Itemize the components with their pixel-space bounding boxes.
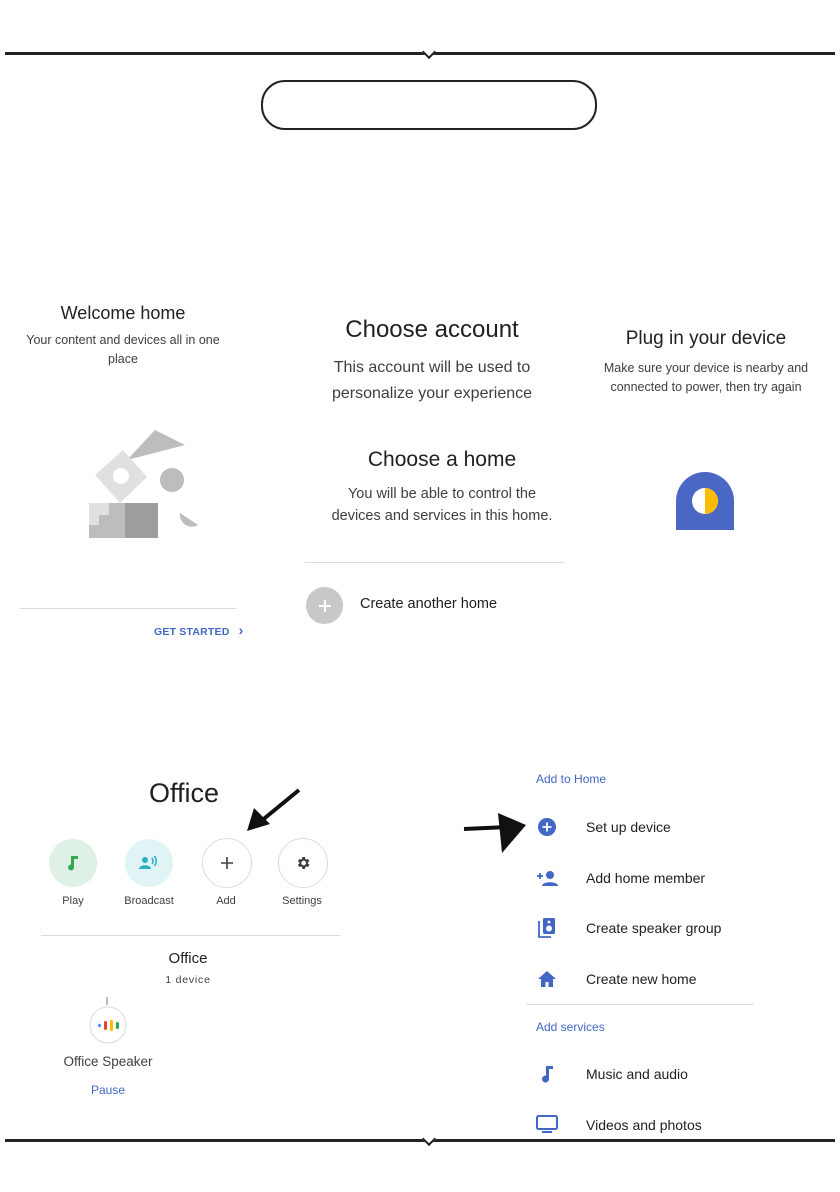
broadcast-icon (139, 855, 158, 869)
choose-account-line1: This account will be used to (333, 359, 531, 376)
top-divider (5, 52, 835, 55)
tv-icon (536, 1113, 558, 1135)
broadcast-label: Broadcast (124, 895, 174, 907)
bottom-divider-notch (421, 1131, 437, 1147)
choose-home-line2: devices and services in this home. (331, 508, 553, 524)
plug-title: Plug in your device (625, 328, 787, 349)
get-started-button[interactable]: GET STARTED › (154, 622, 244, 638)
add-to-home-header: Add to Home (536, 772, 607, 786)
welcome-divider (20, 608, 236, 609)
play-button[interactable] (49, 839, 97, 887)
top-divider-notch (421, 44, 437, 60)
add-services-header: Add services (536, 1020, 605, 1034)
music-note-icon (536, 1063, 558, 1085)
menu-item-label: Set up device (586, 819, 671, 835)
room-name: Office (168, 950, 208, 967)
chevron-right-icon: › (238, 622, 244, 638)
plug-line2: connected to power, then try again (610, 380, 802, 394)
add-person-icon (536, 867, 558, 889)
choose-account-title: Choose account (345, 316, 519, 343)
add-label: Add (216, 895, 236, 907)
welcome-title: Welcome home (60, 303, 186, 323)
device-plug-illustration (676, 472, 734, 530)
music-note-icon (68, 856, 78, 871)
google-home-speaker-icon (89, 1006, 127, 1044)
create-another-home-label: Create another home (360, 596, 498, 612)
welcome-illustration (89, 430, 198, 538)
gear-icon (297, 857, 310, 869)
settings-label: Settings (282, 895, 322, 907)
choose-home-title: Choose a home (367, 448, 517, 471)
menu-item-label: Create new home (586, 971, 697, 987)
play-label: Play (62, 895, 84, 907)
plus-icon (306, 587, 343, 624)
bottom-divider (5, 1139, 835, 1142)
add-circle-icon (536, 816, 558, 838)
menu-item-label: Videos and photos (586, 1117, 702, 1133)
add-button[interactable] (202, 838, 252, 888)
menu-item-label: Add home member (586, 870, 706, 886)
speaker-name: Office Speaker (63, 1054, 153, 1069)
broadcast-button[interactable] (125, 839, 173, 887)
menu-item-label: Music and audio (586, 1066, 688, 1082)
plug-line1: Make sure your device is nearby and (603, 361, 809, 375)
choose-divider (305, 562, 564, 563)
title-box (261, 80, 597, 130)
pointer-arrow-icon (247, 788, 301, 831)
welcome-subtitle-1: Your content and devices all in one (26, 333, 220, 347)
office-title: Office (149, 778, 220, 808)
pointer-arrow-icon (463, 813, 526, 853)
pause-button[interactable]: Pause (48, 1083, 168, 1097)
device-count: 1 device (165, 974, 211, 986)
office-divider (41, 935, 340, 936)
settings-button[interactable] (278, 838, 328, 888)
plus-icon (221, 857, 233, 869)
speaker-stem (106, 997, 108, 1005)
choose-account-line2: personalize your experience (331, 385, 533, 402)
menu-item-label: Create speaker group (586, 920, 722, 936)
get-started-label: GET STARTED (154, 626, 230, 638)
home-icon (536, 968, 558, 990)
speaker-icon (536, 917, 558, 939)
choose-home-line1: You will be able to control the (347, 486, 537, 502)
menu-divider (526, 1004, 754, 1005)
welcome-subtitle-2: place (108, 352, 138, 366)
